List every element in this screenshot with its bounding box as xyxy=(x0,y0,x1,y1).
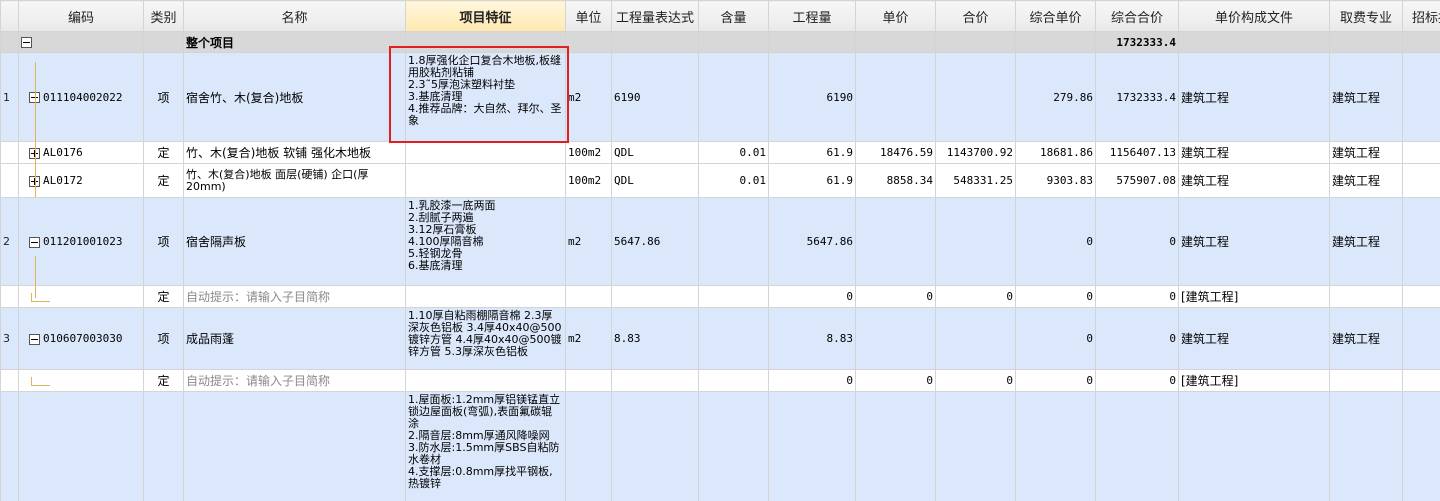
collapse-icon[interactable] xyxy=(29,236,40,248)
header-row: 编码 类别 名称 项目特征 单位 工程量表达式 含量 工程量 单价 合价 综合单… xyxy=(0,0,1440,32)
collapse-icon[interactable] xyxy=(21,37,32,48)
col-header-code[interactable]: 编码 xyxy=(18,0,144,32)
col-header-expression[interactable]: 工程量表达式 xyxy=(611,0,699,32)
auto-hint[interactable]: 自动提示：请输入子目简称 xyxy=(183,285,406,308)
table-row[interactable]: 定 自动提示：请输入子目简称 0 0 0 0 0 [建筑工程] xyxy=(0,285,1440,308)
item-code: 011104002022 xyxy=(43,90,123,104)
col-header-price-file[interactable]: 单价构成文件 xyxy=(1178,0,1330,32)
boq-grid: 编码 类别 名称 项目特征 单位 工程量表达式 含量 工程量 单价 合价 综合单… xyxy=(0,0,1440,501)
summary-row[interactable]: 整个项目 1732333.4 xyxy=(0,31,1440,53)
col-rownum xyxy=(0,0,19,32)
auto-hint[interactable]: 自动提示：请输入子目简称 xyxy=(183,369,406,392)
table-row[interactable]: 3 010607003030 项 成品雨蓬 1.10厚自粘雨棚隔音棉 2.3厚深… xyxy=(0,307,1440,370)
col-header-unit-price[interactable]: 单价 xyxy=(855,0,936,32)
table-row[interactable]: 2 011201001023 项 宿舍隔声板 1.乳胶漆一底两面 2.刮腻子两遍 3… xyxy=(0,197,1440,286)
col-header-unit[interactable]: 单位 xyxy=(565,0,612,32)
item-feature[interactable]: 1.8厚强化企口复合木地板,板缝用胶粘剂粘铺 2.3˜5厚泡沫塑料衬垫 3.基底清理… xyxy=(405,52,566,142)
col-header-name[interactable]: 名称 xyxy=(183,0,406,32)
table-row[interactable]: AL0172 定 竹、木(复合)地板 面层(硬铺) 企口(厚20mm) 100m… xyxy=(0,163,1440,198)
summary-total: 1732333.4 xyxy=(1095,31,1179,53)
item-feature[interactable]: 1.10厚自粘雨棚隔音棉 2.3厚深灰色铝板 3.4厚40x40@500镀锌方管… xyxy=(405,307,566,370)
table-row[interactable]: 定 自动提示：请输入子目简称 0 0 0 0 0 [建筑工程] xyxy=(0,369,1440,392)
table-row[interactable]: 1.屋面板:1.2mm厚铝镁锰直立锁边屋面板(弯弧),表面氟碳辊涂 2.隔音层:8… xyxy=(0,391,1440,501)
summary-name: 整个项目 xyxy=(183,31,406,53)
table-row[interactable]: AL0176 定 竹、木(复合)地板 软铺 强化木地板 100m2 QDL 0.… xyxy=(0,141,1440,164)
col-header-fee-specialty[interactable]: 取费专业 xyxy=(1329,0,1403,32)
col-header-quantity[interactable]: 工程量 xyxy=(768,0,856,32)
collapse-icon[interactable] xyxy=(29,333,40,345)
col-header-content[interactable]: 含量 xyxy=(698,0,769,32)
col-header-type[interactable]: 类别 xyxy=(143,0,184,32)
item-feature[interactable]: 1.乳胶漆一底两面 2.刮腻子两遍 3.12厚石膏板 4.100厚隔音棉 5.轻钢龙骨 6… xyxy=(405,197,566,286)
col-header-amount[interactable]: 合价 xyxy=(935,0,1016,32)
item-name[interactable]: 宿舍竹、木(复合)地板 xyxy=(183,52,406,142)
item-feature[interactable]: 1.屋面板:1.2mm厚铝镁锰直立锁边屋面板(弯弧),表面氟碳辊涂 2.隔音层:8… xyxy=(405,391,566,501)
col-header-feature[interactable]: 项目特征 xyxy=(405,0,566,32)
col-header-tender-control[interactable]: 招标控 xyxy=(1402,0,1440,32)
tree-connector xyxy=(35,256,36,298)
col-header-composite-amount[interactable]: 综合合价 xyxy=(1095,0,1179,32)
tree-connector xyxy=(35,62,36,197)
table-row[interactable]: 1 011104002022 项 宿舍竹、木(复合)地板 1.8厚强化企口复合木… xyxy=(0,52,1440,142)
col-header-composite-price[interactable]: 综合单价 xyxy=(1015,0,1096,32)
